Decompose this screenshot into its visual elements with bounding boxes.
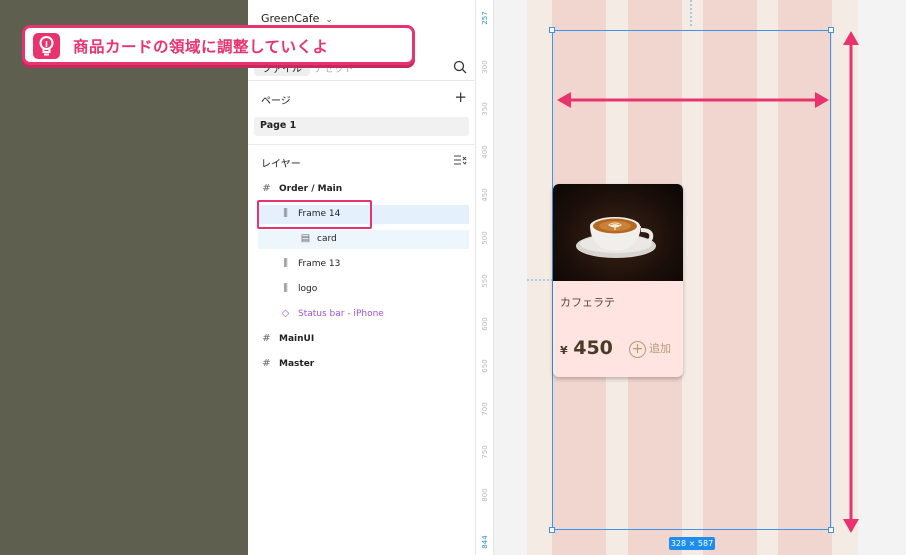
layer-card[interactable]: ▤ card [258, 230, 469, 249]
ruler-tick: 600 [481, 317, 489, 331]
search-icon[interactable] [452, 59, 468, 75]
tip-text: 商品カードの領域に調整していくよ [73, 38, 329, 56]
ruler-tick: 800 [481, 488, 489, 502]
layers-panel: GreenCafe ⌄ ファイル アセット ページ + Page 1 レイヤー #… [248, 0, 476, 555]
lightbulb-icon [33, 33, 60, 59]
tip-callout: 商品カードの領域に調整していくよ [22, 25, 415, 65]
ruler-tick: 350 [481, 102, 489, 116]
layer-label: logo [298, 284, 318, 294]
ruler-tick: 257 [481, 11, 489, 25]
component-icon: ◇ [281, 308, 290, 319]
left-canvas-area [0, 0, 248, 555]
layer-status-bar[interactable]: ◇ Status bar - iPhone [248, 305, 476, 324]
layer-label: Frame 13 [298, 259, 341, 269]
page-item[interactable]: Page 1 [254, 117, 469, 136]
frame-icon: # [262, 333, 271, 344]
layer-label: MainUI [279, 334, 315, 344]
divider [248, 144, 476, 145]
layer-logo[interactable]: ⫼ logo [248, 280, 476, 299]
ruler-tick: 500 [481, 231, 489, 245]
ruler-tick: 550 [481, 274, 489, 288]
layer-sort-icon[interactable] [453, 154, 467, 166]
frame-icon: # [262, 183, 271, 194]
file-name-menu[interactable]: GreenCafe ⌄ [261, 12, 333, 25]
layer-frame-13[interactable]: ⫼ Frame 13 [248, 255, 476, 274]
chevron-down-icon: ⌄ [325, 15, 333, 25]
autolayout-icon: ⫼ [283, 258, 288, 269]
layer-order-main[interactable]: # Order / Main [248, 180, 476, 199]
layer-label: Order / Main [279, 184, 343, 194]
ruler-tick: 750 [481, 445, 489, 459]
add-page-icon[interactable]: + [454, 90, 467, 105]
ruler-tick: 300 [481, 60, 489, 74]
ruler-tick: 844 [481, 535, 489, 549]
ruler-tick: 400 [481, 145, 489, 159]
file-name: GreenCafe [261, 12, 320, 25]
pages-heading: ページ [261, 96, 291, 107]
layers-heading: レイヤー [261, 159, 301, 170]
vertical-ruler: 257 300 350 400 450 500 550 600 650 700 … [476, 0, 494, 555]
ruler-tick: 650 [481, 359, 489, 373]
component-instance-icon: ▤ [300, 233, 311, 244]
autolayout-icon: ⫼ [283, 283, 288, 294]
layer-master[interactable]: # Master [248, 355, 476, 374]
layer-label: Status bar - iPhone [298, 309, 384, 319]
design-canvas[interactable]: 328 × 587 カフェラテ ¥ 450 + 追加 [494, 0, 906, 555]
annotation-arrows [557, 31, 859, 533]
frame-14-highlight [257, 200, 372, 229]
layer-mainui[interactable]: # MainUI [248, 330, 476, 349]
ruler-tick: 700 [481, 402, 489, 416]
layer-label: card [317, 234, 337, 244]
frame-icon: # [262, 358, 271, 369]
ruler-tick: 450 [481, 188, 489, 202]
layer-label: Master [279, 359, 315, 369]
